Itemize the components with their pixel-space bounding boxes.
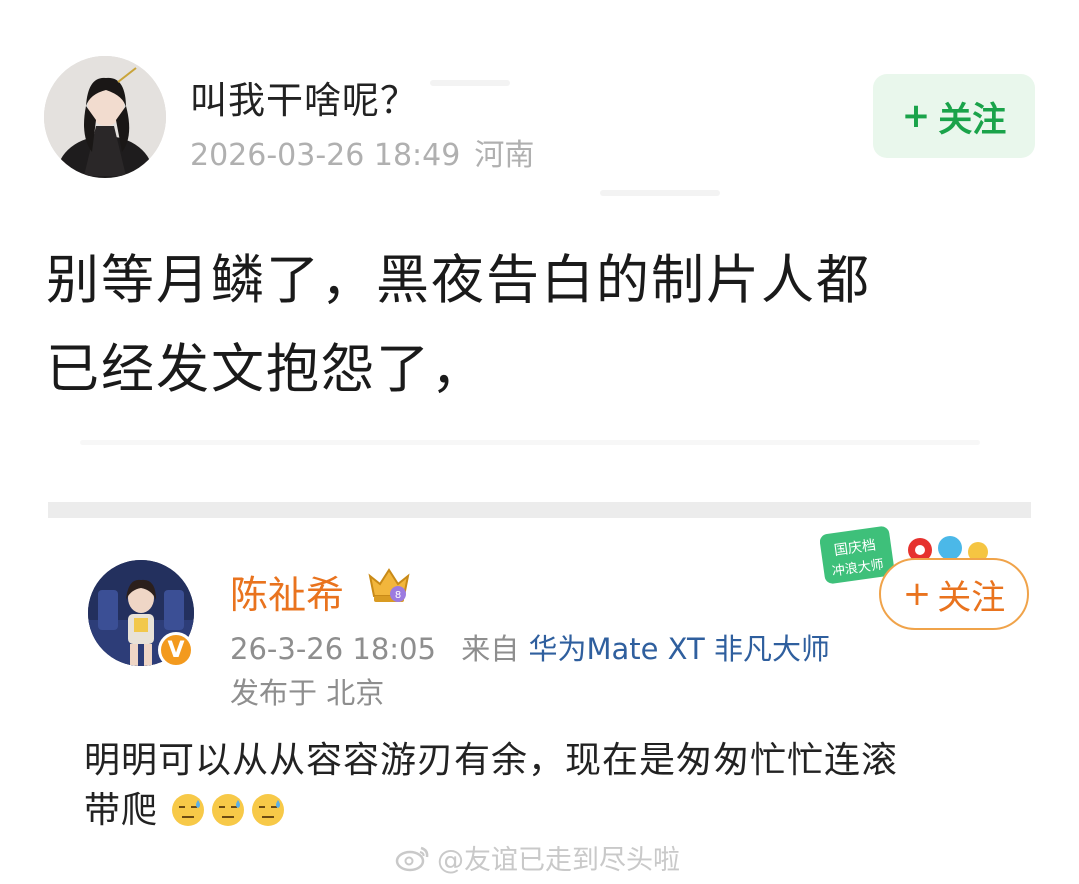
avatar-image <box>44 56 166 178</box>
crown-icon: 8 <box>368 568 410 602</box>
background-ghost <box>80 440 980 445</box>
watermark-text: @友谊已走到尽头啦 <box>437 845 680 876</box>
embed-device: 华为Mate XT 非凡大师 <box>528 632 830 666</box>
sweat-emoji-icon <box>172 794 205 826</box>
avatar[interactable] <box>44 56 166 178</box>
follow-button[interactable]: + 关注 <box>873 74 1035 158</box>
background-ghost <box>600 190 720 196</box>
weibo-watermark: @友谊已走到尽头啦 <box>395 838 680 877</box>
post-date: 2026-03-26 18:49 <box>190 138 461 173</box>
embed-body: 明明可以从从容容游刃有余，现在是匆匆忙忙连滚 带爬 <box>84 736 1024 836</box>
embed-text-line: 明明可以从从容容游刃有余，现在是匆匆忙忙连滚 <box>84 740 899 781</box>
post-text-line: 已经发文抱怨了， <box>46 339 486 400</box>
embed-divider <box>48 502 1031 518</box>
sweat-emoji-icon <box>252 794 285 826</box>
post-username[interactable]: 叫我干啥呢？ <box>190 70 418 124</box>
embed-text-line-2: 带爬 <box>84 786 1024 836</box>
embedded-screenshot: V 陈祉希 8 26-3-26 18:05 来自 华为Mate XT 非凡大师 … <box>48 518 1031 884</box>
embed-text-line: 带爬 <box>84 790 159 831</box>
embed-date: 26-3-26 18:05 <box>230 632 436 666</box>
post-location: 河南 <box>474 138 535 173</box>
embed-username: 陈祉希 <box>230 573 345 617</box>
verified-badge-icon: V <box>158 632 194 668</box>
sweat-emoji-icon <box>212 794 245 826</box>
embed-follow-label: 关注 <box>937 577 1006 618</box>
plus-icon: + <box>901 96 931 136</box>
follow-label: 关注 <box>938 99 1007 140</box>
embed-source-prefix: 来自 <box>461 632 520 666</box>
embed-meta: 26-3-26 18:05 来自 华为Mate XT 非凡大师 <box>230 626 830 668</box>
svg-text:8: 8 <box>395 590 401 601</box>
post-meta: 2026-03-26 18:49 河南 <box>190 130 534 174</box>
plus-icon: + <box>902 574 932 614</box>
weibo-logo-icon <box>395 846 429 871</box>
post-body: 别等月鳞了，黑夜告白的制片人都 已经发文抱怨了， <box>46 236 1036 414</box>
embed-published-location: 发布于 北京 <box>230 676 385 710</box>
embed-follow-button: + 关注 <box>879 558 1029 630</box>
post-text-line: 别等月鳞了，黑夜告白的制片人都 <box>46 250 871 311</box>
background-ghost <box>430 80 510 86</box>
